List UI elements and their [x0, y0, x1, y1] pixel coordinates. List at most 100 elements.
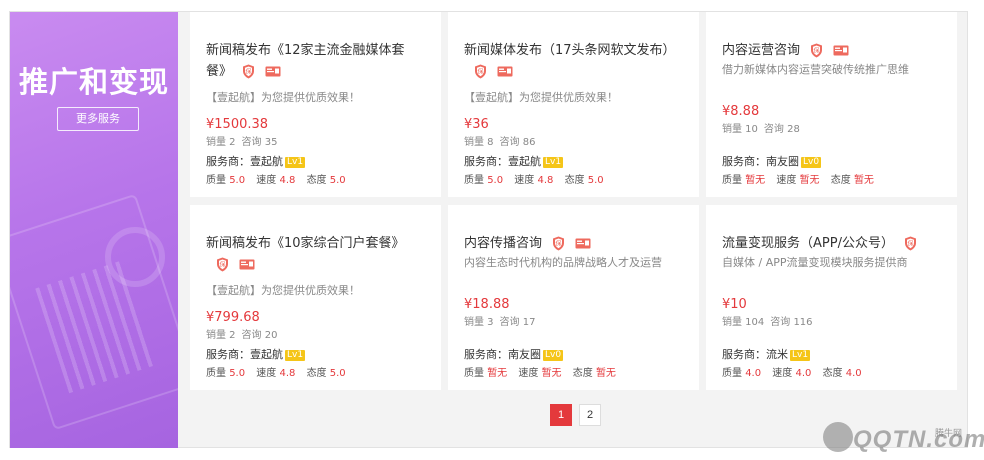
- service-title-block: 内容传播咨询 保: [464, 233, 683, 254]
- guarantee-shield-icon: 保: [552, 236, 565, 251]
- guarantee-shield-icon: 保: [904, 236, 917, 251]
- provider-line: 服务商：壹起航 Lv1: [206, 155, 306, 169]
- level-badge: Lv0: [801, 157, 822, 168]
- speed-label: 速度: [772, 368, 793, 379]
- service-title[interactable]: 新闻稿发布《12家主流金融媒体套餐》: [206, 43, 405, 79]
- svg-text:保: 保: [219, 261, 225, 269]
- provider-line: 服务商：流米 Lv1: [722, 348, 811, 362]
- id-card-icon: [497, 66, 513, 77]
- svg-text:保: 保: [814, 47, 820, 55]
- speed-value: 暂无: [799, 175, 820, 186]
- consult-count: 咨询 28: [763, 124, 800, 135]
- provider-name[interactable]: 服务商：流米: [722, 348, 788, 361]
- attitude-label: 态度: [306, 368, 327, 379]
- ratings-line: 质量 5.0 速度 4.8 态度 5.0: [464, 174, 612, 187]
- attitude-label: 态度: [306, 175, 327, 186]
- provider-name[interactable]: 服务商：壹起航: [206, 155, 283, 168]
- level-badge: Lv1: [285, 350, 306, 361]
- service-card[interactable]: 新闻稿发布《12家主流金融媒体套餐》 保 【壹起航】为您提供优质效果！ ¥150…: [190, 12, 441, 197]
- consult-count: 咨询 116: [770, 317, 813, 328]
- quality-value: 5.0: [229, 175, 246, 186]
- attitude-value: 4.0: [845, 368, 862, 379]
- watermark-logo-icon: [823, 422, 853, 452]
- service-title[interactable]: 内容运营咨询: [722, 43, 800, 58]
- speed-label: 速度: [776, 175, 797, 186]
- speed-value: 暂无: [541, 368, 562, 379]
- level-badge: Lv0: [543, 350, 564, 361]
- guarantee-shield-icon: 保: [242, 64, 255, 79]
- svg-text:保: 保: [477, 68, 483, 76]
- service-title[interactable]: 新闻媒体发布（17头条网软文发布）: [464, 43, 676, 58]
- quality-label: 质量: [722, 175, 742, 186]
- provider-name[interactable]: 服务商：南友圈: [464, 348, 541, 361]
- level-badge: Lv1: [790, 350, 811, 361]
- attitude-value: 5.0: [587, 175, 604, 186]
- provider-name[interactable]: 服务商：壹起航: [206, 348, 283, 361]
- attitude-label: 态度: [564, 175, 585, 186]
- attitude-value: 暂无: [853, 175, 874, 186]
- service-price: ¥799.68: [206, 310, 260, 325]
- id-card-icon: [575, 238, 591, 249]
- consult-count: 咨询 86: [499, 137, 536, 148]
- provider-name[interactable]: 服务商：南友圈: [722, 155, 799, 168]
- service-price: ¥36: [464, 117, 489, 132]
- service-title[interactable]: 内容传播咨询: [464, 236, 542, 251]
- service-stats: 销量 10 咨询 28: [722, 123, 941, 137]
- service-title-block: 流量变现服务（APP/公众号） 保: [722, 233, 941, 254]
- ratings-line: 质量 5.0 速度 4.8 态度 5.0: [206, 174, 354, 187]
- guarantee-shield-icon: 保: [216, 257, 229, 272]
- speed-label: 速度: [514, 175, 535, 186]
- guarantee-shield-icon: 保: [474, 64, 487, 79]
- provider-name[interactable]: 服务商：壹起航: [464, 155, 541, 168]
- service-title[interactable]: 新闻稿发布《10家综合门户套餐》: [206, 236, 405, 251]
- consult-count: 咨询 17: [499, 317, 536, 328]
- service-stats: 销量 3 咨询 17: [464, 316, 683, 330]
- more-services-button[interactable]: 更多服务: [57, 107, 139, 131]
- speed-label: 速度: [256, 175, 277, 186]
- service-description: 【壹起航】为您提供优质效果！: [206, 284, 360, 297]
- service-card[interactable]: 流量变现服务（APP/公众号） 保 自媒体 / APP流量变现模块服务提供商 ¥…: [706, 205, 957, 390]
- provider-line: 服务商：南友圈 Lv0: [722, 155, 822, 169]
- watermark: QQTN.com 腾牛网: [815, 420, 984, 456]
- quality-label: 质量: [464, 368, 484, 379]
- service-description: 【壹起航】为您提供优质效果！: [206, 91, 360, 104]
- service-price: ¥1500.38: [206, 117, 269, 132]
- service-card[interactable]: 内容传播咨询 保 内容生态时代机构的品牌战略人才及运营 ¥18.88 销量 3 咨…: [448, 205, 699, 390]
- service-title-block: 新闻媒体发布（17头条网软文发布） 保: [464, 40, 683, 88]
- ratings-line: 质量 4.0 速度 4.0 态度 4.0: [722, 367, 870, 380]
- provider-line: 服务商：壹起航 Lv1: [206, 348, 306, 362]
- service-description: 自媒体 / APP流量变现模块服务提供商: [722, 256, 908, 269]
- service-title[interactable]: 流量变现服务（APP/公众号）: [722, 236, 894, 251]
- speed-label: 速度: [256, 368, 277, 379]
- quality-label: 质量: [722, 368, 742, 379]
- speed-value: 4.8: [279, 368, 296, 379]
- service-card[interactable]: 内容运营咨询 保 借力新媒体内容运营突破传统推广思维 ¥8.88 销量 10 咨询…: [706, 12, 957, 197]
- service-stats: 销量 104 咨询 116: [722, 316, 941, 330]
- ratings-line: 质量 暂无 速度 暂无 态度 暂无: [464, 367, 624, 380]
- speed-value: 4.8: [279, 175, 296, 186]
- sales-count: 销量 2: [206, 330, 236, 341]
- id-card-icon: [265, 66, 281, 77]
- service-stats: 销量 8 咨询 86: [464, 136, 683, 150]
- speed-label: 速度: [518, 368, 539, 379]
- service-title-block: 内容运营咨询 保: [722, 40, 941, 61]
- service-stats: 销量 2 咨询 20: [206, 329, 425, 343]
- speed-value: 4.8: [537, 175, 554, 186]
- quality-value: 5.0: [487, 175, 504, 186]
- attitude-label: 态度: [572, 368, 593, 379]
- ratings-line: 质量 5.0 速度 4.8 态度 5.0: [206, 367, 354, 380]
- quality-value: 暂无: [487, 368, 508, 379]
- service-title-block: 新闻稿发布《12家主流金融媒体套餐》 保: [206, 40, 425, 88]
- service-card[interactable]: 新闻稿发布《10家综合门户套餐》 保 【壹起航】为您提供优质效果！ ¥799.6…: [190, 205, 441, 390]
- service-description: 【壹起航】为您提供优质效果！: [464, 91, 618, 104]
- quality-value: 暂无: [745, 175, 766, 186]
- service-card[interactable]: 新闻媒体发布（17头条网软文发布） 保 【壹起航】为您提供优质效果！ ¥36 销…: [448, 12, 699, 197]
- attitude-value: 暂无: [595, 368, 616, 379]
- attitude-label: 态度: [830, 175, 851, 186]
- page-1-button[interactable]: 1: [550, 404, 572, 426]
- quality-value: 4.0: [745, 368, 762, 379]
- page-2-button[interactable]: 2: [579, 404, 601, 426]
- watermark-site: 腾牛网: [935, 428, 963, 438]
- level-badge: Lv1: [543, 157, 564, 168]
- service-description: 内容生态时代机构的品牌战略人才及运营: [464, 256, 662, 269]
